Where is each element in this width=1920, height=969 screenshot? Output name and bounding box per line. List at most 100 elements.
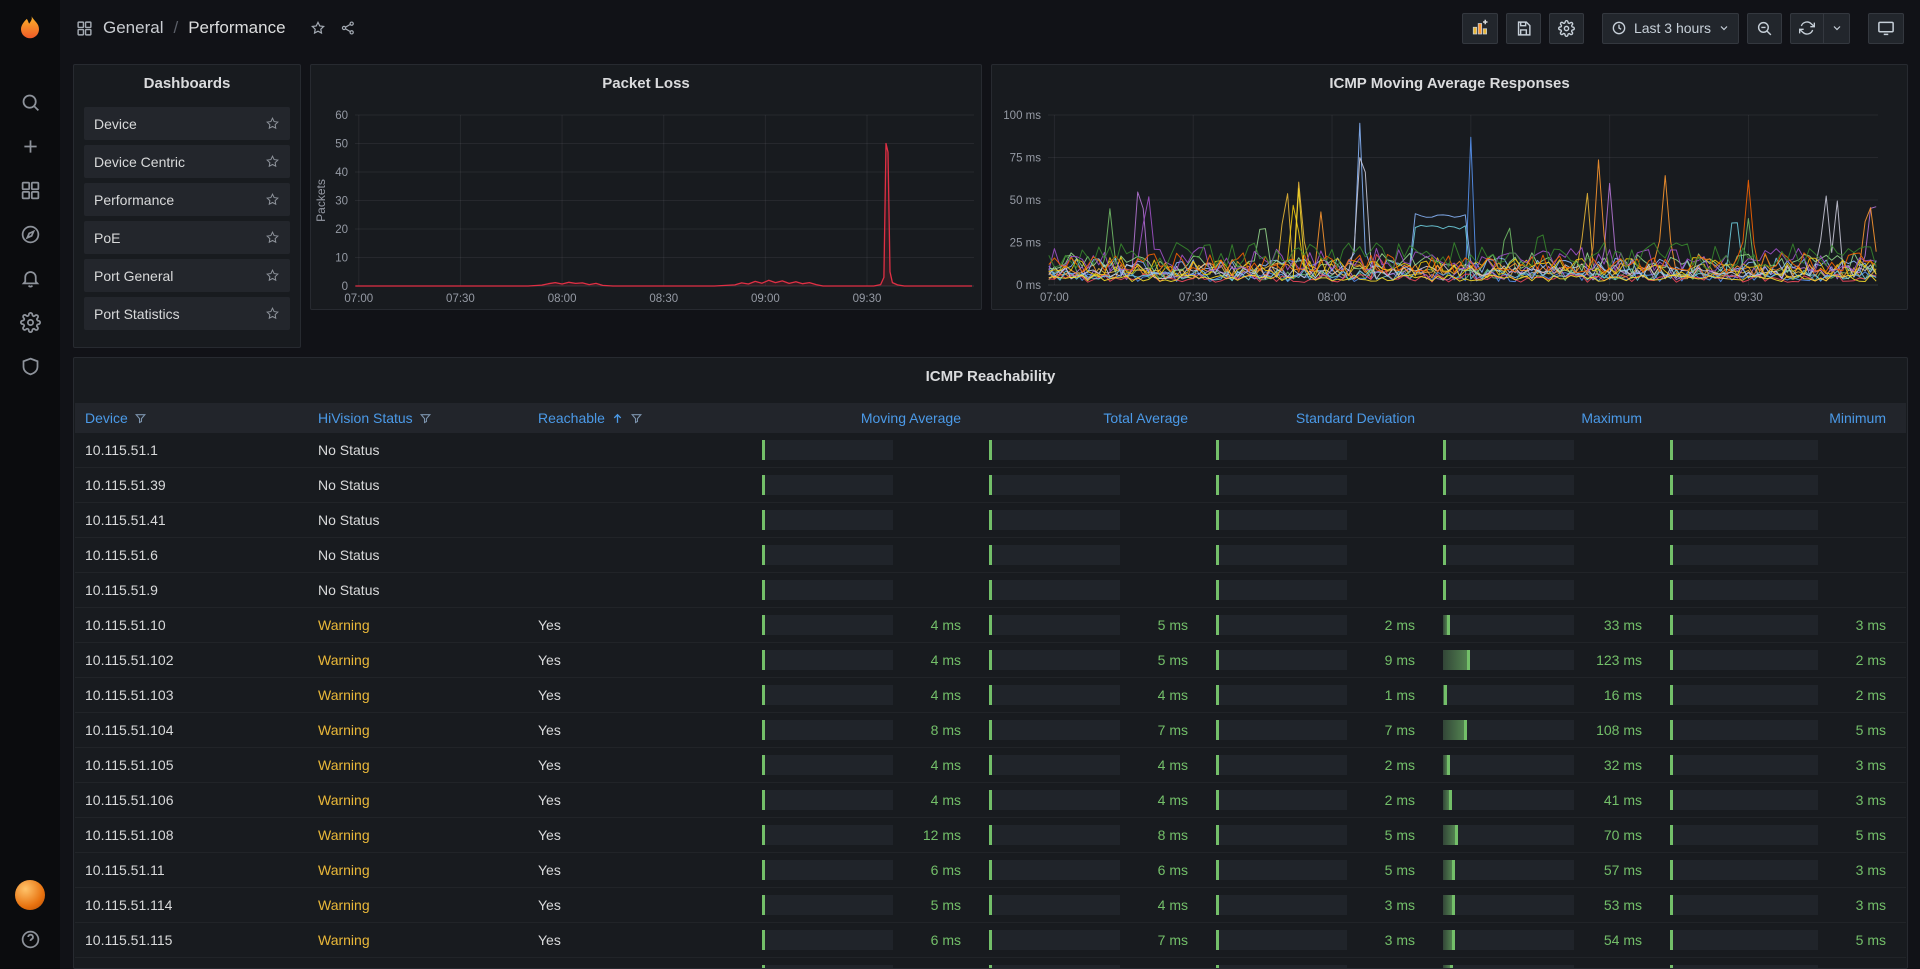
column-header-device[interactable]: Device (75, 410, 308, 426)
gauge-value: 4 ms (1157, 897, 1188, 913)
column-header-total-average[interactable]: Total Average (981, 410, 1208, 426)
column-header-minimum[interactable]: Minimum (1662, 410, 1906, 426)
bar-gauge (989, 615, 1120, 635)
star-icon[interactable] (265, 306, 280, 321)
filter-icon[interactable] (134, 412, 147, 425)
gauge-cell: 32 ms (1435, 755, 1662, 775)
gauge-cell: 9 ms (1208, 650, 1435, 670)
star-icon[interactable] (265, 154, 280, 169)
device-cell: 10.115.51.102 (85, 652, 174, 668)
star-icon[interactable] (265, 116, 280, 131)
dashboard-list-item[interactable]: PoE (84, 221, 290, 254)
user-avatar[interactable] (0, 873, 60, 917)
bar-gauge (1670, 860, 1818, 880)
hivision-status-cell: Warning (318, 687, 370, 703)
cycle-view-mode-button[interactable] (1868, 12, 1904, 44)
icmp-response-chart[interactable]: 0 ms 25 ms 50 ms 75 ms 100 ms 07:00 07:30 08:00… (992, 65, 1907, 309)
star-icon[interactable] (265, 192, 280, 207)
bar-gauge (989, 475, 1120, 495)
share-dashboard-icon[interactable] (340, 20, 356, 36)
svg-text:40: 40 (335, 167, 348, 179)
sort-ascending-icon (613, 413, 622, 423)
dashboard-list-item[interactable]: Device Centric (84, 145, 290, 178)
device-cell: 10.115.51.104 (85, 722, 174, 738)
column-header-maximum[interactable]: Maximum (1435, 410, 1662, 426)
dashboard-settings-button[interactable] (1548, 12, 1584, 44)
star-dashboard-icon[interactable] (310, 20, 326, 36)
dashboard-list-item[interactable]: Performance (84, 183, 290, 216)
gauge-cell: 5 ms (1662, 930, 1906, 950)
bar-gauge (762, 720, 893, 740)
filter-icon[interactable] (630, 412, 643, 425)
gauge-value: 7 ms (1157, 932, 1188, 948)
panel-title[interactable]: ICMP Reachability (74, 358, 1907, 394)
svg-text:30: 30 (335, 196, 348, 208)
bar-gauge (762, 475, 893, 495)
refresh-dashboard-button[interactable] (1790, 12, 1824, 44)
explore-compass-icon[interactable] (0, 212, 60, 256)
help-icon[interactable] (0, 917, 60, 961)
gauge-cell: 57 ms (1435, 860, 1662, 880)
column-header-standard-deviation[interactable]: Standard Deviation (1208, 410, 1435, 426)
column-header-reachable[interactable]: Reachable (528, 410, 754, 426)
gauge-cell: 7 ms (981, 720, 1208, 740)
gauge-cell: 3 ms (1662, 965, 1906, 968)
gauge-value: 108 ms (1596, 722, 1642, 738)
filter-icon[interactable] (419, 412, 432, 425)
column-header-hivision-status[interactable]: HiVision Status (308, 410, 528, 426)
panel-title[interactable]: ICMP Moving Average Responses (992, 65, 1907, 101)
zoom-out-time-button[interactable] (1747, 12, 1782, 44)
alerting-bell-icon[interactable] (0, 256, 60, 300)
gauge-value: 3 ms (1357, 967, 1415, 968)
breadcrumb-folder[interactable]: General (103, 18, 163, 38)
bar-gauge (762, 755, 893, 775)
column-header-moving-average[interactable]: Moving Average (754, 410, 981, 426)
device-cell: 10.115.51.106 (85, 792, 174, 808)
svg-text:07:00: 07:00 (344, 293, 373, 305)
bar-gauge (989, 580, 1120, 600)
svg-text:08:30: 08:30 (649, 293, 678, 305)
table-row: 10.115.51.106 Warning Yes 4 ms 4 ms 2 ms 41 ms… (75, 783, 1906, 818)
bar-gauge (1443, 930, 1574, 950)
column-header-label: Moving Average (860, 410, 961, 426)
dashboard-list-item[interactable]: Port General (84, 259, 290, 292)
time-range-picker-button[interactable]: Last 3 hours (1601, 12, 1739, 44)
bar-gauge (1443, 440, 1574, 460)
plus-icon[interactable] (0, 124, 60, 168)
panel-title[interactable]: Dashboards (74, 65, 300, 101)
gauge-value: 32 ms (1603, 757, 1642, 773)
reachable-cell: Yes (538, 827, 561, 843)
save-dashboard-button[interactable] (1505, 12, 1541, 44)
dashboard-list-item[interactable]: Device (84, 107, 290, 140)
column-header-label: Maximum (1581, 410, 1642, 426)
hivision-status-cell: Warning (308, 967, 528, 968)
gauge-cell (1208, 510, 1435, 530)
grafana-logo[interactable] (13, 12, 47, 46)
bar-gauge (1670, 510, 1818, 530)
bar-gauge (762, 615, 893, 635)
gauge-value: 3 ms (1855, 862, 1886, 878)
refresh-interval-caret-button[interactable] (1824, 12, 1850, 44)
bar-gauge (1443, 720, 1574, 740)
packet-loss-chart[interactable]: 0 10 20 30 40 50 60 07:00 07:30 08:00 08:30 09:00 09… (311, 65, 981, 309)
dashboard-list-item[interactable]: Port Statistics (84, 297, 290, 330)
dashboards-grid-icon[interactable] (0, 168, 60, 212)
star-icon[interactable] (265, 230, 280, 245)
configuration-gear-icon[interactable] (0, 300, 60, 344)
gauge-cell (754, 510, 981, 530)
star-icon[interactable] (265, 268, 280, 283)
gauge-cell: 8 ms (981, 825, 1208, 845)
panel-title[interactable]: Packet Loss (311, 65, 981, 101)
gauge-cell: 4 ms (981, 790, 1208, 810)
table-body[interactable]: 10.115.51.1 No Status 10.115.51.39 No Statu… (75, 433, 1906, 968)
add-panel-button[interactable] (1461, 12, 1498, 44)
bar-gauge (1670, 755, 1818, 775)
breadcrumb-dashboard-name[interactable]: Performance (188, 18, 285, 38)
reachable-cell: Yes (538, 652, 561, 668)
bar-gauge (1216, 895, 1347, 915)
server-admin-shield-icon[interactable] (0, 344, 60, 388)
gauge-value: 2 ms (1855, 687, 1886, 703)
search-icon[interactable] (0, 80, 60, 124)
svg-text:07:00: 07:00 (1040, 292, 1069, 304)
gauge-cell: 4 ms (981, 685, 1208, 705)
